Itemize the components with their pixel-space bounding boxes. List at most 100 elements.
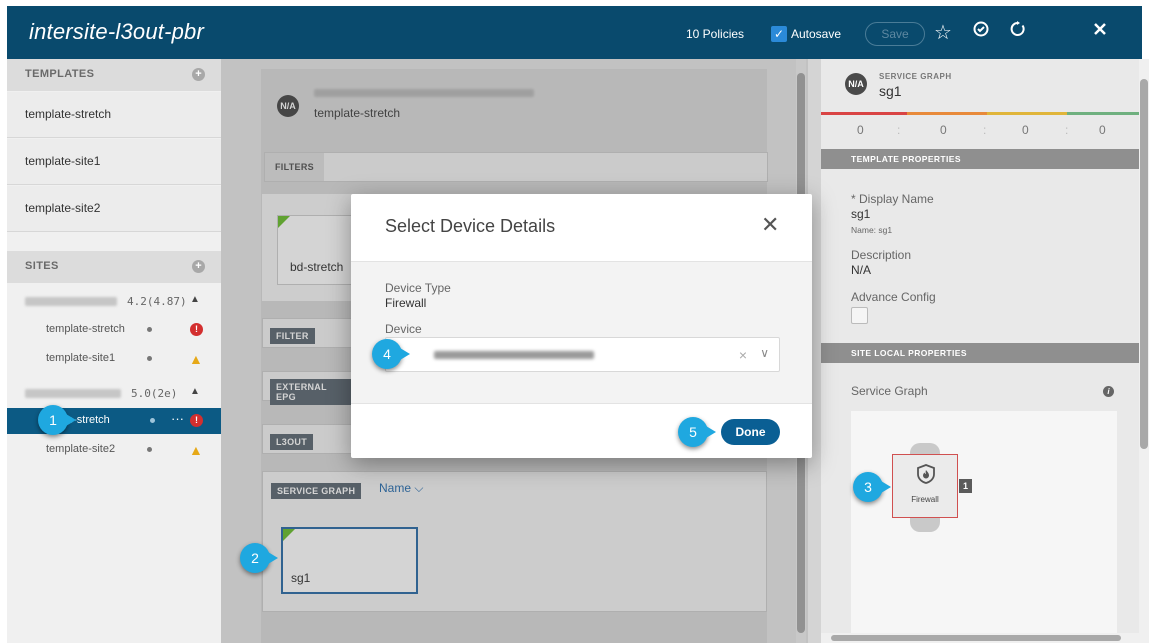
- close-icon[interactable]: ✕: [761, 212, 779, 238]
- object-kind: SERVICE GRAPH: [879, 72, 952, 81]
- site-template-label: template-site1: [46, 352, 116, 364]
- top-bar: intersite-l3out-pbr 10 Policies ✓ Autosa…: [7, 6, 1142, 59]
- advance-config-label: Advance Config: [851, 290, 936, 304]
- templates-heading: TEMPLATES: [25, 68, 95, 80]
- health-bar-orange: [907, 112, 987, 115]
- select-device-modal: Select Device Details ✕ Device Type Fire…: [351, 194, 812, 458]
- status-dot: [147, 447, 152, 452]
- status-dot: [147, 356, 152, 361]
- service-graph-label: Service Graph: [851, 384, 928, 398]
- device-select[interactable]: × ∨: [385, 337, 780, 372]
- display-name-value[interactable]: sg1: [851, 207, 870, 221]
- site-row[interactable]: 5.0(2e) ▲: [7, 382, 221, 406]
- step-callout: 2: [240, 543, 278, 573]
- right-scrollbar[interactable]: [1139, 59, 1149, 643]
- refresh-icon[interactable]: [1006, 20, 1030, 44]
- deploy-icon[interactable]: [969, 20, 993, 44]
- chevron-up-icon[interactable]: ▲: [190, 294, 200, 305]
- section-title: TEMPLATE PROPERTIES: [851, 154, 961, 164]
- error-icon: !: [190, 414, 203, 427]
- star-icon[interactable]: ☆: [931, 20, 955, 45]
- template-properties-header: TEMPLATE PROPERTIES: [821, 149, 1143, 169]
- fault-counts: 0 : 0 : 0 : 0: [857, 123, 1106, 137]
- save-button[interactable]: Save: [865, 22, 925, 46]
- warning-icon: ▲: [189, 442, 203, 458]
- autosave-label: Autosave: [791, 27, 842, 41]
- firewall-icon: [917, 464, 935, 484]
- step-callout: 1: [38, 405, 76, 435]
- info-icon[interactable]: i: [1103, 386, 1114, 397]
- advance-config-checkbox[interactable]: [851, 307, 868, 324]
- site-name-redacted: [25, 389, 121, 398]
- scrollbar-thumb[interactable]: [1140, 79, 1148, 449]
- site-template-row[interactable]: template-stretch !: [7, 317, 221, 343]
- site-template-row[interactable]: template-site2 ▲: [7, 437, 221, 463]
- add-site-icon[interactable]: +: [192, 260, 205, 273]
- done-button[interactable]: Done: [721, 419, 780, 445]
- site-template-row[interactable]: template-site1 ▲: [7, 346, 221, 372]
- description-value[interactable]: N/A: [851, 263, 871, 277]
- site-row[interactable]: 4.2(4.87) ▲: [7, 290, 221, 314]
- site-template-label: template-stretch: [46, 323, 125, 335]
- template-item-stretch[interactable]: template-stretch: [7, 92, 221, 138]
- count-minor: 0: [1022, 123, 1029, 137]
- device-type-label: Device Type: [385, 281, 451, 295]
- count-warning: 0: [1099, 123, 1106, 137]
- templates-header: TEMPLATES +: [7, 59, 221, 91]
- sites-header: SITES +: [7, 251, 221, 283]
- template-item-site1[interactable]: template-site1: [7, 139, 221, 185]
- chevron-up-icon[interactable]: ▲: [190, 386, 200, 397]
- count-major: 0: [940, 123, 947, 137]
- device-label: Device: [385, 322, 422, 336]
- section-title: SITE LOCAL PROPERTIES: [851, 348, 967, 358]
- add-template-icon[interactable]: +: [192, 68, 205, 81]
- device-type-value: Firewall: [385, 296, 427, 310]
- chevron-down-icon[interactable]: ∨: [760, 346, 769, 360]
- firewall-node[interactable]: Firewall: [892, 454, 958, 518]
- object-name: sg1: [879, 83, 902, 99]
- checkmark-icon[interactable]: ✓: [771, 26, 787, 42]
- more-options-icon[interactable]: ···: [171, 411, 184, 426]
- modal-title: Select Device Details: [385, 216, 556, 236]
- autosave-toggle[interactable]: ✓ Autosave: [771, 26, 841, 42]
- schema-title: intersite-l3out-pbr: [29, 19, 204, 44]
- template-label: template-site2: [25, 201, 101, 215]
- status-dot: [150, 418, 155, 423]
- count-critical: 0: [857, 123, 864, 137]
- template-label: template-site1: [25, 154, 101, 168]
- step-callout: 5: [678, 417, 716, 447]
- site-template-label: template-site2: [46, 443, 116, 455]
- site-version: 5.0(2e): [131, 387, 178, 400]
- site-version: 4.2(4.87): [127, 295, 187, 308]
- right-hscrollbar[interactable]: [821, 633, 1139, 643]
- clear-icon[interactable]: ×: [739, 347, 747, 363]
- description-label: Description: [851, 248, 912, 262]
- node-label: Firewall: [911, 495, 939, 504]
- na-badge: N/A: [845, 73, 867, 95]
- status-dot: [147, 327, 152, 332]
- step-callout: 4: [372, 339, 410, 369]
- properties-header: N/A SERVICE GRAPH sg1: [821, 59, 1149, 113]
- health-bar-green: [1067, 112, 1149, 115]
- sites-heading: SITES: [25, 260, 59, 272]
- modal-body: Device Type Firewall Device: [351, 261, 812, 404]
- node-count-badge: 1: [959, 479, 972, 493]
- template-item-site2[interactable]: template-site2: [7, 186, 221, 232]
- app-window: intersite-l3out-pbr 10 Policies ✓ Autosa…: [0, 0, 1149, 643]
- site-name-redacted: [25, 297, 117, 306]
- name-note: Name: sg1: [851, 225, 893, 235]
- properties-panel: N/A SERVICE GRAPH sg1 0 : 0 : 0 : 0 TEMP…: [821, 59, 1149, 643]
- policies-count: 10 Policies: [686, 27, 745, 41]
- error-icon: !: [190, 323, 203, 336]
- warning-icon: ▲: [189, 351, 203, 367]
- hscroll-thumb[interactable]: [831, 635, 1121, 641]
- close-icon[interactable]: [1088, 20, 1112, 43]
- step-callout: 3: [853, 472, 891, 502]
- display-name-label: * Display Name: [851, 192, 934, 206]
- left-panel: TEMPLATES + template-stretch template-si…: [7, 59, 221, 643]
- template-label: template-stretch: [25, 107, 112, 121]
- node-connector-bottom: [910, 518, 940, 532]
- site-local-properties-header: SITE LOCAL PROPERTIES: [821, 343, 1143, 363]
- device-value-redacted: [434, 351, 594, 359]
- health-bar-red: [821, 112, 907, 115]
